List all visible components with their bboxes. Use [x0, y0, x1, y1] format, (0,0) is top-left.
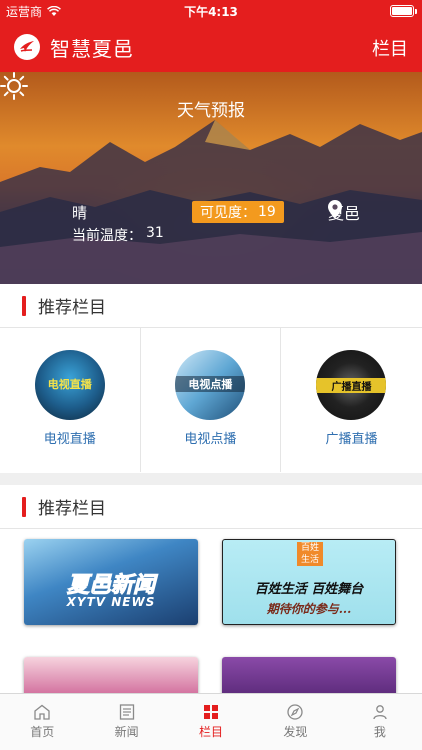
- home-icon: [34, 704, 50, 720]
- program-card-partial[interactable]: [24, 657, 198, 697]
- tab-label: 发现: [283, 725, 308, 739]
- section-header: 推荐栏目: [0, 485, 422, 529]
- recommended-channels-section: 推荐栏目 电视直播 电视直播 电视点播 电视点播 广播直播 广播直播: [0, 284, 422, 473]
- tab-me[interactable]: 我: [338, 694, 422, 750]
- program-card-xiayi-news[interactable]: 夏邑新闻 XYTV NEWS: [24, 539, 198, 625]
- battery-icon: [390, 5, 417, 17]
- status-time: 下午4:13: [184, 4, 238, 19]
- news-icon: [119, 704, 134, 720]
- section-header: 推荐栏目: [0, 284, 422, 328]
- section-title: 推荐栏目: [38, 499, 106, 519]
- sun-icon: [0, 72, 28, 100]
- visibility-label: 可见度：: [200, 205, 256, 221]
- app-logo-icon: [14, 34, 40, 60]
- temperature-label: 当前温度：: [72, 228, 142, 244]
- user-icon: [373, 705, 387, 720]
- channel-tv-vod[interactable]: 电视点播 电视点播: [141, 328, 282, 472]
- program-title: 百姓生活 百姓舞台: [254, 582, 364, 597]
- tab-discover[interactable]: 发现: [253, 694, 337, 750]
- compass-icon: [287, 704, 304, 720]
- carrier-label: 运营商: [6, 4, 43, 19]
- visibility-value: 19: [258, 204, 276, 220]
- weather-title: 天气预报: [177, 101, 245, 121]
- location-pin-icon: [328, 200, 342, 218]
- recommended-programs-section: 推荐栏目 夏邑新闻 XYTV NEWS 百姓生活 百姓生活 百姓舞台 期待你的参…: [0, 485, 422, 697]
- section-title: 推荐栏目: [38, 298, 106, 318]
- program-card-partial[interactable]: [222, 657, 396, 697]
- channel-tv-live[interactable]: 电视直播 电视直播: [0, 328, 141, 472]
- tab-label: 首页: [30, 725, 55, 739]
- channel-label: 电视直播: [43, 432, 96, 447]
- column-menu-button[interactable]: 栏目: [372, 35, 408, 61]
- current-temperature: 当前温度： 31: [72, 225, 164, 245]
- tab-label: 新闻: [114, 725, 139, 739]
- channel-radio-live[interactable]: 广播直播 广播直播: [281, 328, 422, 472]
- tab-home[interactable]: 首页: [0, 694, 84, 750]
- status-bar: 运营商 下午4:13: [0, 0, 422, 22]
- temperature-value: 31: [146, 225, 164, 241]
- visibility-badge: 可见度： 19: [192, 201, 284, 223]
- program-subtitle: XYTV NEWS: [66, 595, 156, 609]
- tv-live-thumbnail: 电视直播: [34, 350, 105, 420]
- channel-label: 电视点播: [184, 432, 237, 447]
- grid-icon: [204, 705, 219, 719]
- program-subtitle: 期待你的参与...: [266, 602, 352, 616]
- app-title: 智慧夏邑: [50, 36, 134, 61]
- nav-bar: 智慧夏邑 栏目: [0, 22, 422, 72]
- tab-label: 栏目: [199, 725, 224, 739]
- weather-banner[interactable]: 天气预报 晴 当前温度： 31 可见度： 19 夏邑: [0, 72, 422, 284]
- channel-label: 广播直播: [325, 432, 378, 447]
- tv-vod-thumbnail: 电视点播: [175, 350, 246, 420]
- tab-news[interactable]: 新闻: [84, 694, 168, 750]
- tab-bar: 首页 新闻 栏目 发现 我: [0, 693, 422, 750]
- program-card-baixing-life[interactable]: 百姓生活 百姓生活 百姓舞台 期待你的参与...: [222, 539, 396, 625]
- section-accent-bar: [22, 496, 26, 517]
- weather-condition: 晴: [72, 204, 88, 222]
- wifi-icon: [47, 5, 61, 16]
- location[interactable]: 夏邑: [328, 200, 360, 224]
- tab-columns[interactable]: 栏目: [169, 694, 253, 750]
- program-badge: 百姓生活: [297, 542, 323, 566]
- radio-live-thumbnail: 广播直播: [316, 350, 387, 420]
- section-accent-bar: [22, 295, 26, 316]
- tab-label: 我: [373, 725, 386, 739]
- channel-grid: 电视直播 电视直播 电视点播 电视点播 广播直播 广播直播: [0, 328, 422, 472]
